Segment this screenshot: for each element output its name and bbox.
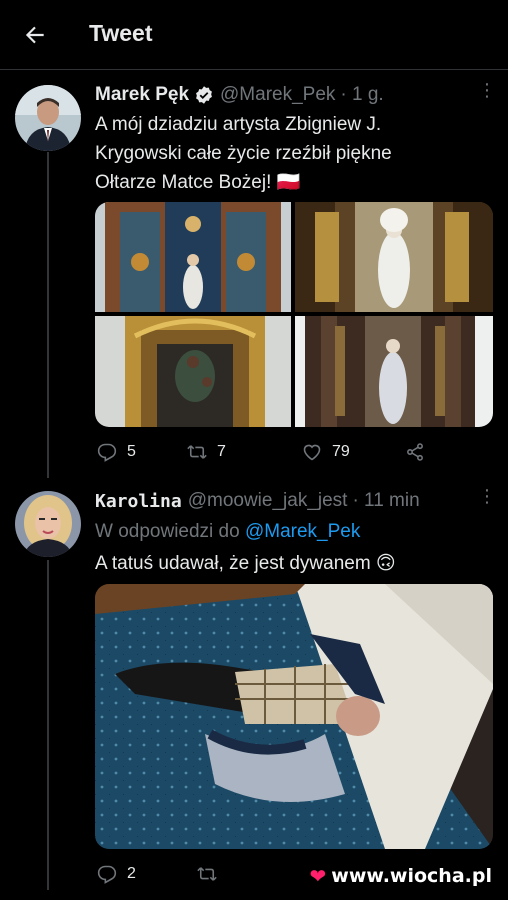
reply-to-mention[interactable]: @Marek_Pek xyxy=(245,521,360,542)
reply-context: W odpowiedzi do @Marek_Pek xyxy=(95,517,360,546)
more-options-icon[interactable]: ⋮ xyxy=(478,81,496,99)
author-handle[interactable]: @moowie_jak_jest xyxy=(188,490,348,512)
retweet-button[interactable]: 7 xyxy=(187,442,226,462)
reply-count: 2 xyxy=(127,865,136,882)
reply-count: 5 xyxy=(127,443,136,460)
reply-prefix: W odpowiedzi do xyxy=(95,521,240,542)
verified-badge-icon xyxy=(196,86,212,104)
watermark-text: www.wiocha.pl xyxy=(331,865,492,887)
tweet-text-line: Ołtarze Matce Bożej! 🇵🇱 xyxy=(95,172,301,193)
photo-carpet[interactable] xyxy=(95,584,493,849)
photo-altar-2[interactable] xyxy=(295,202,493,312)
photo-altar-4[interactable] xyxy=(295,316,493,427)
retweet-icon xyxy=(187,445,207,459)
top-bar: Tweet xyxy=(0,0,508,70)
reply-icon xyxy=(97,443,117,462)
tweet-text-line: Krygowski całe życie rzeźbił piękne xyxy=(95,143,392,164)
heart-logo-icon: ❤ xyxy=(309,864,327,888)
tweet-text-line: A mój dziadziu artysta Zbigniew J. xyxy=(95,114,382,135)
tweet-header: Karolina @moowie_jak_jest · 11 min xyxy=(95,490,420,512)
reply-button[interactable]: 5 xyxy=(97,442,136,462)
page-title: Tweet xyxy=(89,20,153,46)
back-arrow-icon[interactable] xyxy=(22,22,48,48)
retweet-icon xyxy=(197,867,217,881)
reply-icon xyxy=(97,865,117,884)
thread-line xyxy=(47,152,49,478)
avatar[interactable] xyxy=(15,85,81,151)
tweet-text: A mój dziadziu artysta Zbigniew J. Krygo… xyxy=(95,110,495,197)
retweet-count: 7 xyxy=(217,443,226,460)
heart-icon xyxy=(303,444,321,461)
like-count: 79 xyxy=(332,443,350,460)
avatar[interactable] xyxy=(15,491,81,557)
retweet-button[interactable] xyxy=(197,864,217,884)
share-button[interactable] xyxy=(405,442,425,462)
reply-button[interactable]: 2 xyxy=(97,864,136,884)
share-icon xyxy=(407,443,423,461)
thread-line xyxy=(47,560,49,890)
like-button[interactable]: 79 xyxy=(302,442,350,462)
more-options-icon[interactable]: ⋮ xyxy=(478,487,496,505)
tweet-header: Marek Pęk @Marek_Pek · 1 g. xyxy=(95,84,384,106)
author-name[interactable]: Karolina xyxy=(95,491,182,512)
tweet-time: · 11 min xyxy=(352,490,420,511)
tweet-time: · 1 g. xyxy=(340,84,384,105)
author-name[interactable]: Marek Pęk xyxy=(95,84,189,106)
watermark: ❤ www.wiocha.pl xyxy=(310,864,493,888)
tweet-text: A tatuś udawał, że jest dywanem 🙃 xyxy=(95,553,396,574)
photo-altar-1[interactable] xyxy=(95,202,291,312)
media-grid xyxy=(95,202,493,427)
author-handle[interactable]: @Marek_Pek xyxy=(220,84,335,106)
photo-altar-3[interactable] xyxy=(95,316,291,427)
